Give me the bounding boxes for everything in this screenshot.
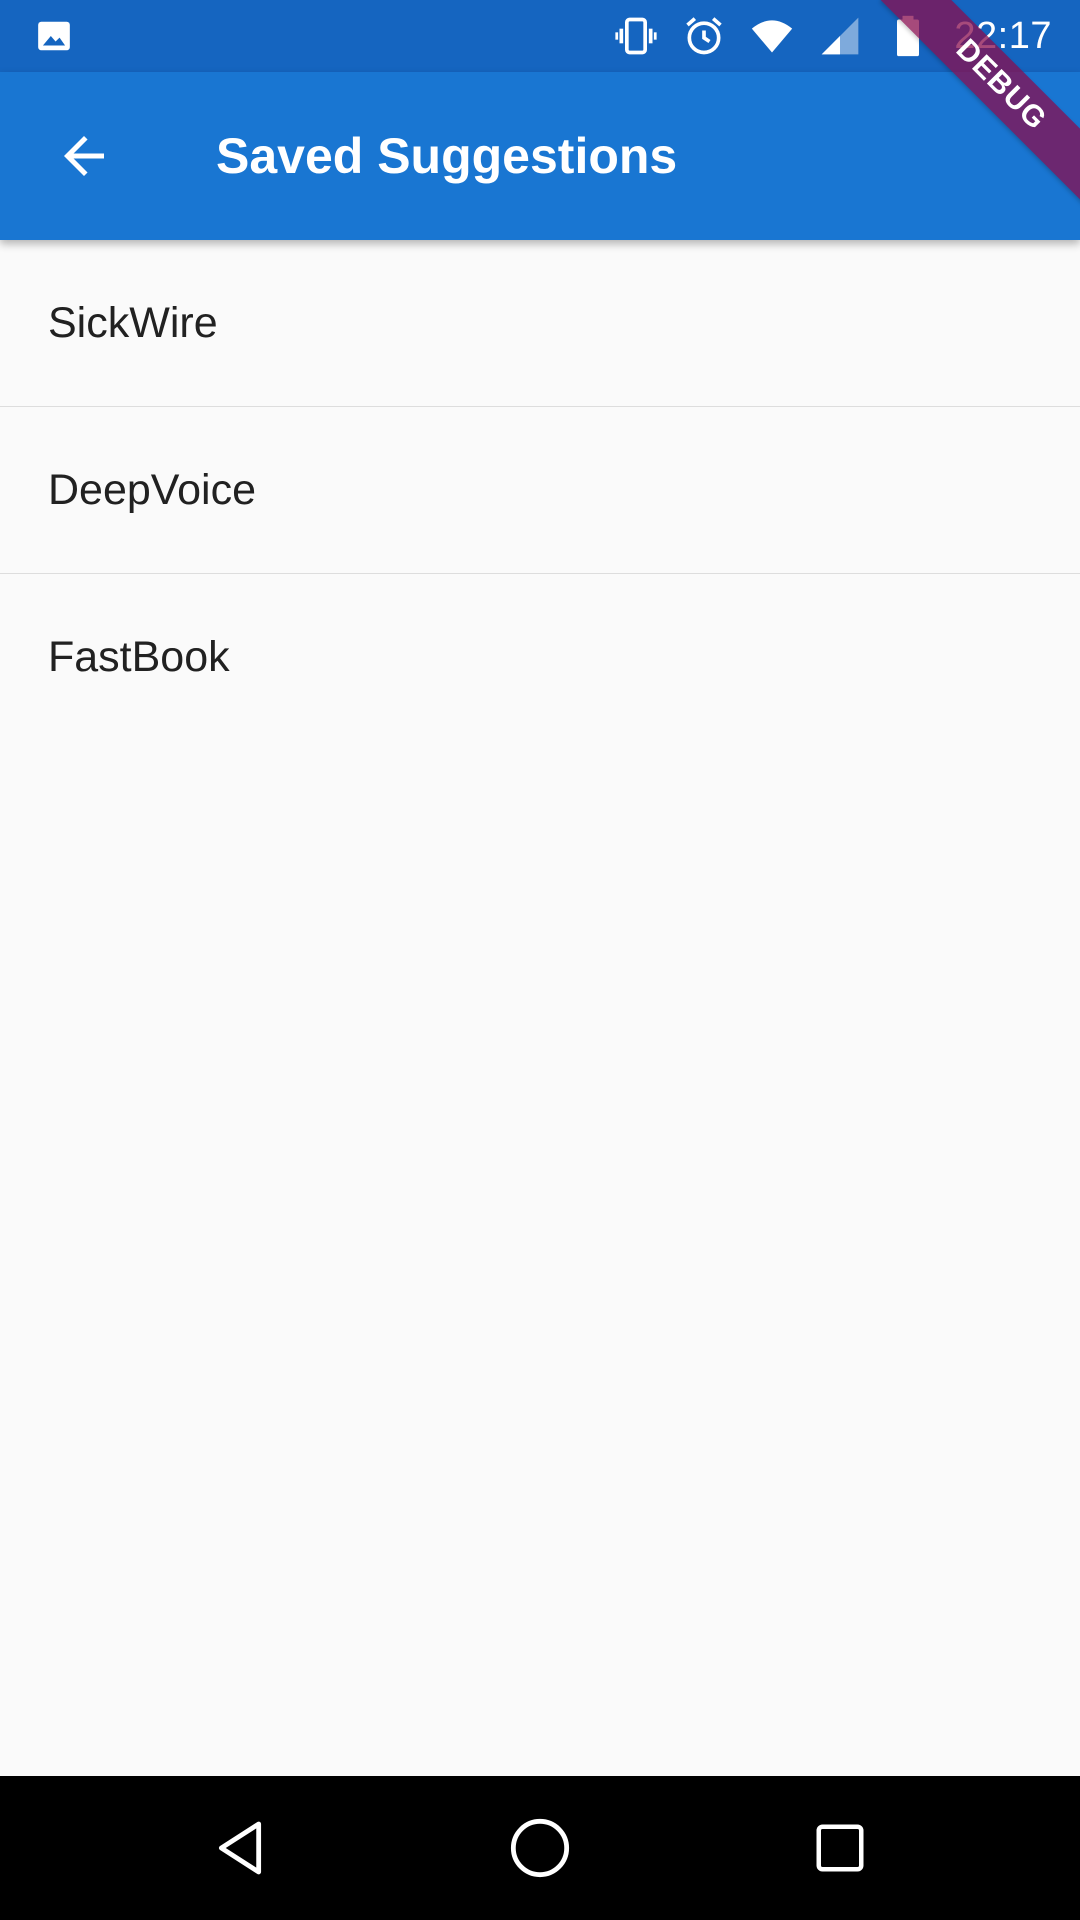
- status-bar: 22:17: [0, 0, 1080, 72]
- screen: 22:17 Saved Suggestions DEBUG SickWire D…: [0, 0, 1080, 1920]
- back-button[interactable]: [40, 112, 128, 200]
- wifi-icon: [750, 14, 794, 58]
- nav-recents-button[interactable]: [804, 1812, 876, 1884]
- nav-home-button[interactable]: [504, 1812, 576, 1884]
- list-item-label: FastBook: [48, 633, 230, 681]
- list-item[interactable]: DeepVoice: [0, 407, 1080, 574]
- list-item[interactable]: SickWire: [0, 240, 1080, 407]
- list-item-label: SickWire: [48, 298, 218, 347]
- page-title: Saved Suggestions: [216, 128, 678, 184]
- navigation-bar: [0, 1776, 1080, 1920]
- alarm-icon: [682, 14, 726, 58]
- nav-back-button[interactable]: [204, 1812, 276, 1884]
- saved-suggestions-list: SickWire DeepVoice FastBook: [0, 240, 1080, 741]
- back-triangle-icon: [218, 1821, 262, 1875]
- home-circle-icon: [510, 1818, 570, 1878]
- list-item[interactable]: FastBook: [0, 574, 1080, 741]
- signal-icon: [818, 14, 862, 58]
- battery-icon: [886, 14, 930, 58]
- list-item-label: DeepVoice: [48, 465, 256, 514]
- app-bar: Saved Suggestions: [0, 72, 1080, 240]
- gallery-icon: [38, 21, 70, 51]
- status-time: 22:17: [954, 14, 1052, 57]
- arrow-back-icon: [64, 136, 104, 176]
- vibrate-icon: [614, 14, 658, 58]
- status-icons: 22:17: [614, 0, 1052, 72]
- recents-square-icon: [816, 1824, 864, 1872]
